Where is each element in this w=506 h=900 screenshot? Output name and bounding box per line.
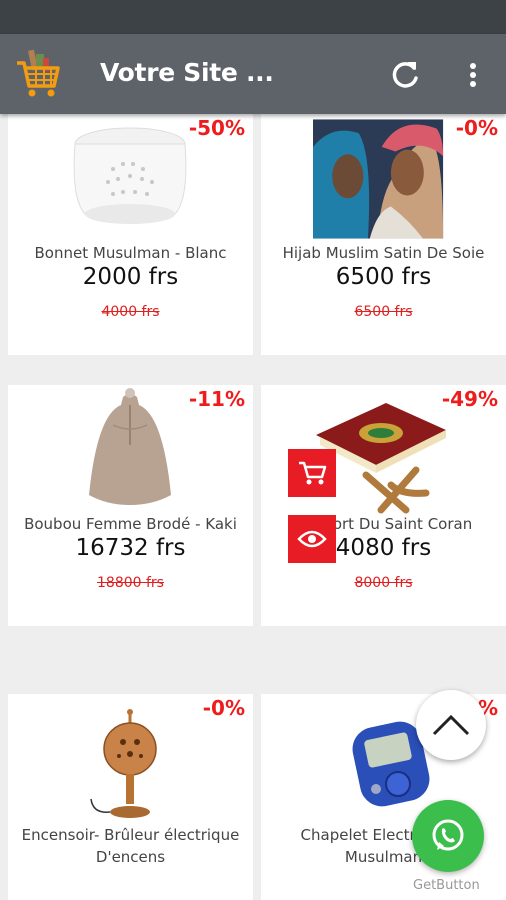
discount-badge: -50%	[188, 116, 245, 140]
hijab-photo-image	[313, 119, 444, 239]
discount-badge: -49%	[441, 387, 498, 411]
white-kufi-cap-image	[73, 127, 187, 224]
product-name[interactable]: Boubou Femme Brodé - Kaki	[8, 515, 253, 533]
scroll-to-top-button[interactable]	[416, 690, 486, 760]
eye-icon	[297, 530, 327, 548]
app-title: Votre Site ...	[100, 58, 274, 87]
product-card[interactable]: -0% Hijab Muslim Satin De Soie 6500 frs …	[261, 114, 506, 355]
getbutton-label[interactable]: GetButton	[413, 878, 480, 893]
discount-badge: -0%	[455, 116, 498, 140]
product-price: 6500 frs	[335, 264, 432, 290]
quick-view-button[interactable]	[288, 515, 336, 563]
discount-badge: -0%	[202, 696, 245, 720]
product-card[interactable]: -50% Bonnet Musulman - Blanc 2000 frs 40…	[8, 114, 253, 355]
whatsapp-button[interactable]	[412, 800, 484, 872]
chevron-up-icon	[432, 714, 470, 736]
more-vertical-icon[interactable]	[462, 58, 484, 92]
shopping-cart-icon[interactable]	[16, 48, 60, 98]
product-price: 2000 frs	[82, 264, 179, 290]
product-grid: -50% Bonnet Musulman - Blanc 2000 frs 40…	[0, 114, 506, 900]
product-old-price: 8000 frs	[354, 575, 413, 591]
product-name[interactable]: Encensoir- Brûleur électrique D'encens	[8, 824, 253, 868]
add-to-cart-icon	[299, 461, 327, 485]
product-name[interactable]: Hijab Muslim Satin De Soie	[261, 244, 506, 262]
whatsapp-icon	[432, 819, 464, 851]
product-old-price: 18800 frs	[97, 575, 164, 591]
status-bar	[0, 0, 506, 34]
incense-burner-image	[90, 709, 157, 818]
product-card[interactable]: -0% Encensoir- Brûleur électrique D'ence…	[8, 694, 253, 900]
product-name[interactable]: Bonnet Musulman - Blanc	[8, 244, 253, 262]
app-bar: Votre Site ...	[0, 34, 506, 114]
refresh-icon[interactable]	[388, 58, 422, 92]
add-to-cart-button[interactable]	[288, 449, 336, 497]
discount-badge: -11%	[188, 387, 245, 411]
boubou-dress-image	[89, 388, 171, 505]
product-price: 16732 frs	[75, 535, 186, 561]
product-card[interactable]: -49% Support Du Saint Coran 4080 frs 800…	[261, 385, 506, 626]
product-old-price: 4000 frs	[101, 304, 160, 320]
product-old-price: 6500 frs	[354, 304, 413, 320]
product-card[interactable]: -11% Boubou Femme Brodé - Kaki 16732 frs…	[8, 385, 253, 626]
